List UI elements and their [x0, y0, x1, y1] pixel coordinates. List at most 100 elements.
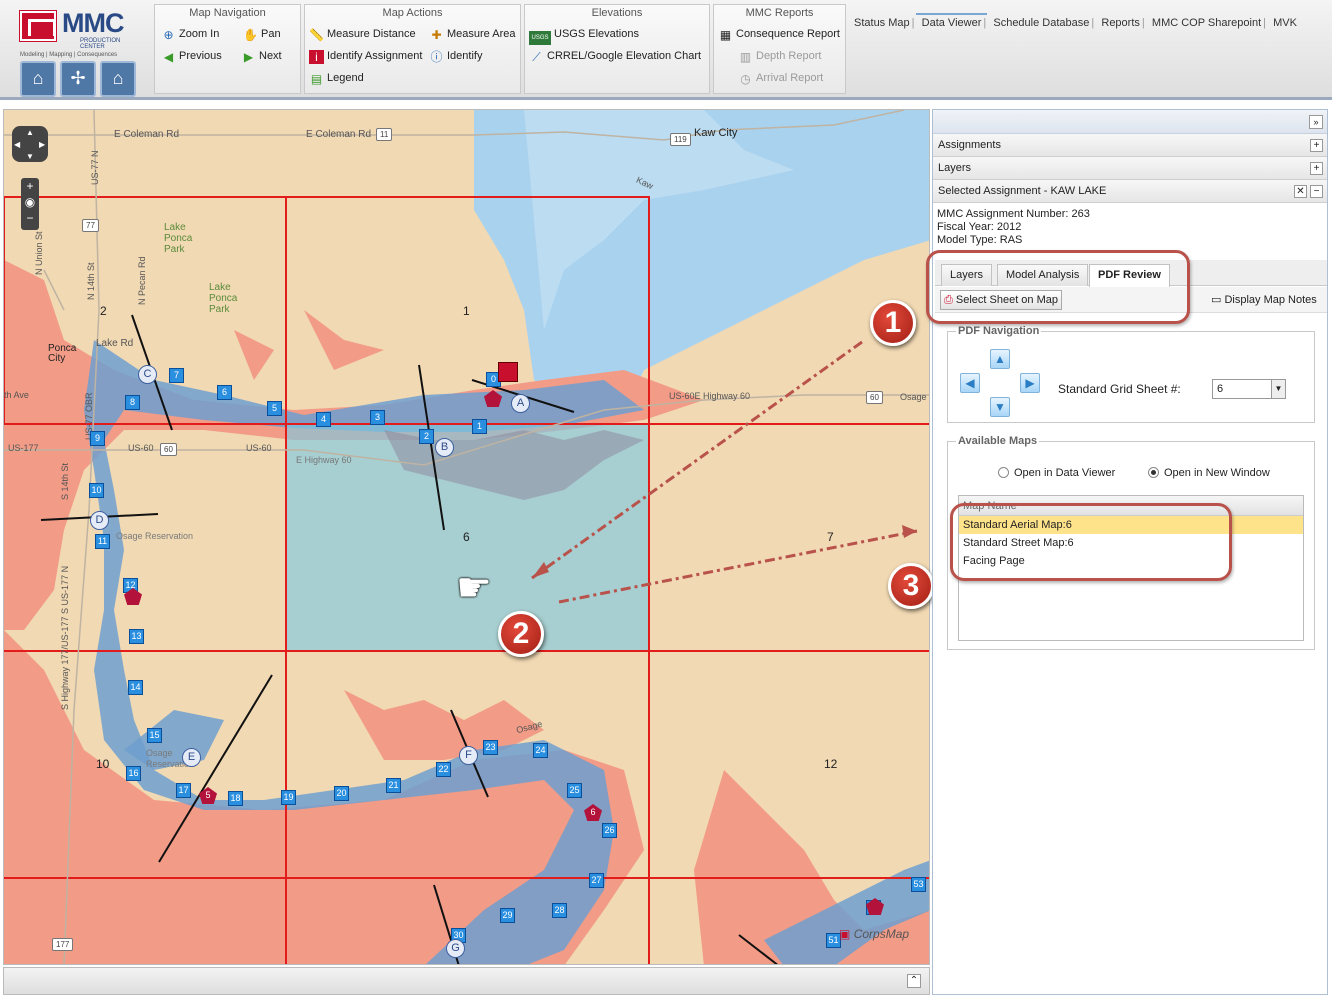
close-icon[interactable]: ✕: [1294, 185, 1307, 198]
grid-point-marker[interactable]: 29: [500, 908, 515, 923]
grid-point-marker[interactable]: 5: [267, 401, 282, 416]
nav-mmc-cop-sharepoint[interactable]: MMC COP Sharepoint: [1142, 15, 1267, 31]
expand-up-icon[interactable]: ⌃: [907, 974, 921, 988]
map-list-item[interactable]: Standard Street Map:6: [959, 534, 1303, 552]
grid-point-marker[interactable]: 9: [90, 431, 105, 446]
grid-point-marker[interactable]: 22: [436, 762, 451, 777]
identify-tool[interactable]: ⓘ Identify: [429, 47, 482, 65]
tab-model-analysis[interactable]: Model Analysis: [997, 264, 1089, 286]
consequence-report-tool[interactable]: ▦ Consequence Report: [718, 25, 840, 43]
open-new-window-radio[interactable]: Open in New Window: [1148, 467, 1270, 479]
pan-tool[interactable]: ✋ Pan: [243, 25, 281, 43]
arrow-left-icon[interactable]: ◀: [960, 373, 980, 393]
expand-icon[interactable]: +: [1310, 139, 1323, 152]
crrel-chart-tool[interactable]: ⟋ CRREL/Google Elevation Chart: [529, 47, 701, 65]
identify-assignment-tool[interactable]: i Identify Assignment: [309, 47, 422, 65]
nav-schedule-database[interactable]: Schedule Database: [983, 15, 1095, 31]
report-icon: ▦: [719, 28, 732, 42]
cross-section-marker[interactable]: D: [90, 511, 109, 530]
grid-point-marker[interactable]: 19: [281, 790, 296, 805]
grid-point-marker[interactable]: 20: [334, 786, 349, 801]
grid-point-marker[interactable]: 18: [228, 791, 243, 806]
arrival-report-tool[interactable]: ◷ Arrival Report: [738, 69, 823, 87]
accordion-selected-assignment[interactable]: Selected Assignment - KAW LAKE ✕ −: [933, 180, 1327, 203]
collapse-panel-icon[interactable]: »: [1309, 115, 1323, 129]
grid-point-marker[interactable]: 23: [483, 740, 498, 755]
grid-sheet-select[interactable]: 6 ▼: [1212, 379, 1286, 399]
open-data-viewer-radio[interactable]: Open in Data Viewer: [998, 467, 1115, 479]
grid-point-marker[interactable]: 15: [147, 728, 162, 743]
cross-section-marker[interactable]: A: [511, 394, 530, 413]
grid-point-marker[interactable]: 3: [370, 410, 385, 425]
cross-section-marker[interactable]: G: [446, 939, 465, 958]
grid-point-marker[interactable]: 25: [567, 783, 582, 798]
radio-icon[interactable]: [998, 467, 1009, 478]
expand-icon[interactable]: +: [1310, 162, 1323, 175]
grid-point-marker[interactable]: 8: [125, 395, 140, 410]
grid-point-marker[interactable]: 4: [316, 412, 331, 427]
radio-icon[interactable]: [1148, 467, 1159, 478]
usgs-elevations-tool[interactable]: USGS USGS Elevations: [529, 25, 639, 45]
previous-tool[interactable]: ◀ Previous: [161, 47, 222, 65]
grid-point-marker[interactable]: 24: [533, 743, 548, 758]
arrow-down-icon[interactable]: ▼: [990, 397, 1010, 417]
nav-reports[interactable]: Reports: [1091, 15, 1146, 31]
chevron-down-icon[interactable]: ▼: [1271, 380, 1285, 398]
globe-icon[interactable]: ◉: [21, 194, 39, 210]
house-icon[interactable]: ⌂: [100, 61, 136, 97]
accordion-assignments[interactable]: Assignments +: [933, 134, 1327, 157]
grid-point-marker[interactable]: 21: [386, 778, 401, 793]
zoom-control[interactable]: + ◉ −: [21, 178, 39, 230]
zoom-in-tool[interactable]: ⊕ Zoom In: [161, 25, 219, 43]
grid-point-marker[interactable]: 1: [472, 419, 487, 434]
grid-point-marker[interactable]: 53: [911, 877, 926, 892]
measure-distance-tool[interactable]: 📏 Measure Distance: [309, 25, 416, 43]
map-list-item[interactable]: Standard Aerial Map:6: [959, 516, 1303, 534]
grid-point-marker[interactable]: 11: [95, 534, 110, 549]
grid-point-marker[interactable]: 13: [129, 629, 144, 644]
assignment-tabs: Layers Model Analysis PDF Review: [935, 260, 1327, 287]
info-icon: ⓘ: [430, 50, 443, 64]
grid-point-marker[interactable]: 14: [128, 680, 143, 695]
arrow-up-icon[interactable]: ▲: [990, 349, 1010, 369]
map-list-item[interactable]: Facing Page: [959, 552, 1303, 570]
notes-icon: ▭: [1211, 294, 1222, 306]
zoom-out-button[interactable]: −: [21, 210, 39, 226]
grid-point-marker[interactable]: 6: [217, 385, 232, 400]
arrow-right-icon[interactable]: ▶: [1020, 373, 1040, 393]
cross-section-marker[interactable]: B: [435, 438, 454, 457]
nav-mvk[interactable]: MVK: [1263, 15, 1303, 31]
grid-point-marker[interactable]: 17: [176, 783, 191, 798]
grid-point-marker[interactable]: 10: [89, 483, 104, 498]
tab-pdf-review[interactable]: PDF Review: [1089, 264, 1170, 287]
cross-section-marker[interactable]: E: [182, 748, 201, 767]
map-actions-group: Map Actions 📏 Measure Distance ✚ Measure A…: [304, 4, 521, 94]
cross-section-marker[interactable]: F: [459, 746, 478, 765]
grid-point-marker[interactable]: 28: [552, 903, 567, 918]
tab-layers[interactable]: Layers: [941, 264, 993, 286]
select-sheet-button[interactable]: ⎙ Select Sheet on Map: [940, 290, 1062, 310]
zoom-in-button[interactable]: +: [21, 178, 39, 194]
depth-report-tool[interactable]: ▥ Depth Report: [738, 47, 822, 65]
accordion-layers[interactable]: Layers +: [933, 157, 1327, 180]
map-name-header[interactable]: Map Name: [959, 496, 1303, 516]
grid-point-marker[interactable]: 27: [589, 873, 604, 888]
nav-data-viewer[interactable]: Data Viewer: [912, 13, 988, 31]
legend-tool[interactable]: ▤ Legend: [309, 69, 364, 87]
measure-area-tool[interactable]: ✚ Measure Area: [429, 25, 515, 43]
grid-point-marker[interactable]: 2: [419, 429, 434, 444]
cross-section-marker[interactable]: C: [138, 365, 157, 384]
nav-status-map[interactable]: Status Map: [848, 15, 916, 31]
grid-point-marker[interactable]: 16: [126, 766, 141, 781]
levee-icon[interactable]: ⌂: [20, 61, 56, 97]
dam-icon[interactable]: [498, 362, 518, 382]
collapse-icon[interactable]: −: [1310, 185, 1323, 198]
display-map-notes-button[interactable]: ▭ Display Map Notes: [1211, 290, 1317, 310]
next-tool[interactable]: ▶ Next: [241, 47, 282, 65]
grid-icon[interactable]: ✢: [60, 61, 96, 97]
display-notes-label: Display Map Notes: [1224, 294, 1317, 306]
map-canvas[interactable]: ▲ ▼ ◀ ▶ + ◉ − E Coleman Rd E Coleman Rd Kaw C…: [3, 109, 930, 965]
grid-point-marker[interactable]: 7: [169, 368, 184, 383]
pan-control[interactable]: ▲ ▼ ◀ ▶: [12, 126, 48, 162]
grid-point-marker[interactable]: 26: [602, 823, 617, 838]
